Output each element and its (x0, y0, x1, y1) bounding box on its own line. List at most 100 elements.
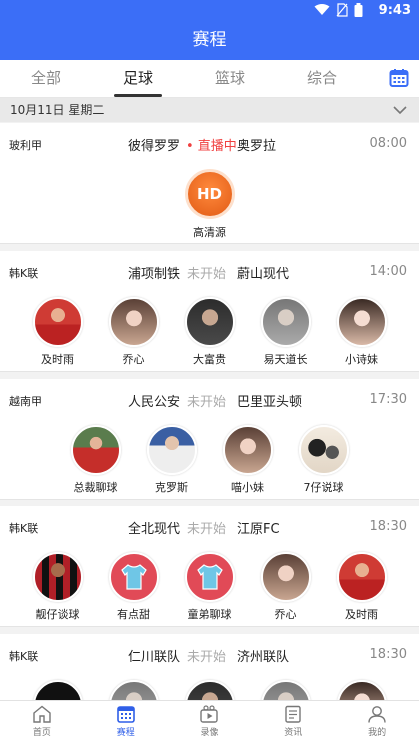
nav-label: 录像 (200, 728, 219, 738)
home-team: 彼得罗罗 (127, 139, 180, 154)
status-icons (314, 3, 363, 21)
streamer-item[interactable]: 有点甜 (107, 552, 161, 622)
tab-all[interactable]: 全部 (0, 60, 92, 97)
streamer-item[interactable]: 及时雨 (31, 297, 85, 367)
streamer-name: 童弟聊球 (187, 608, 232, 621)
match-status: 未开始 (187, 522, 227, 537)
match-time: 18:30 (369, 519, 407, 534)
streamer-name: 及时雨 (41, 353, 74, 366)
streamer-name: 易天道长 (263, 353, 308, 366)
avatar (32, 552, 83, 602)
hd-stream[interactable]: HD 高清源 (0, 169, 419, 240)
video-icon (200, 705, 219, 723)
home-team: 全北现代 (127, 522, 180, 537)
news-icon (285, 705, 301, 723)
streamer-item[interactable]: 靓仔谈球 (31, 552, 85, 622)
nav-label: 我的 (368, 728, 387, 738)
stream-label: 高清源 (193, 226, 226, 239)
streamer-name: 总裁聊球 (73, 481, 118, 494)
tab-comprehensive[interactable]: 综合 (276, 60, 368, 97)
avatar (184, 297, 235, 347)
streamer-list: 靓仔谈球 有点甜 童弟聊球 乔心 及时雨 (0, 552, 419, 622)
streamer-name: 大富贵 (193, 353, 226, 366)
streamer-item[interactable]: 总裁聊球 (69, 425, 123, 495)
match-time: 08:00 (369, 136, 407, 151)
jersey-icon (120, 564, 147, 590)
chevron-down-icon[interactable] (393, 101, 407, 115)
date-bar[interactable]: 10月11日 星期二 (0, 98, 419, 122)
avatar (260, 552, 311, 602)
match-card[interactable]: 韩K联 仁川联队 未开始 济州联队 18:30 (0, 634, 419, 706)
streamer-name: 有点甜 (117, 608, 150, 621)
streamer-name: 靓仔谈球 (35, 608, 80, 621)
hd-icon[interactable]: HD (184, 169, 235, 219)
page-title: 赛程 (0, 22, 419, 60)
streamer-item[interactable]: 小诗妹 (335, 297, 389, 367)
avatar (32, 297, 83, 347)
calendar-icon (389, 69, 409, 87)
streamer-item[interactable]: 童弟聊球 (183, 552, 237, 622)
match-card[interactable]: 玻利甲 彼得罗罗 • 直播中 奥罗拉 08:00 HD 高清源 (0, 123, 419, 244)
avatar (336, 297, 387, 347)
nav-home[interactable]: 首页 (0, 701, 84, 744)
jersey-icon (196, 564, 223, 590)
away-team: 蔚山现代 (237, 267, 290, 282)
avatar (222, 425, 273, 475)
streamer-item[interactable]: 7仔说球 (297, 425, 351, 495)
streamer-item[interactable]: 易天道长 (259, 297, 313, 367)
streamer-item[interactable]: 大富贵 (183, 297, 237, 367)
league-name: 韩K联 (9, 267, 39, 280)
streamer-item[interactable]: 乔心 (107, 297, 161, 367)
avatar (108, 552, 159, 602)
bottom-nav: 首页 赛程 录像 资讯 我的 (0, 700, 419, 744)
home-icon (33, 705, 51, 723)
streamer-item[interactable]: 克罗斯 (145, 425, 199, 495)
status-bar: 9:43 (0, 0, 419, 22)
streamer-name: 及时雨 (345, 608, 378, 621)
streamer-name: 小诗妹 (345, 353, 378, 366)
match-time: 17:30 (369, 392, 407, 407)
no-sim-icon (336, 3, 348, 21)
profile-icon (368, 706, 386, 723)
away-team: 奥罗拉 (237, 139, 277, 154)
streamer-item[interactable]: 及时雨 (335, 552, 389, 622)
battery-icon (354, 3, 363, 21)
nav-schedule[interactable]: 赛程 (84, 701, 168, 744)
league-name: 玻利甲 (9, 139, 42, 152)
avatar (146, 425, 197, 475)
match-card[interactable]: 韩K联 全北现代 未开始 江原FC 18:30 靓仔谈球 有点甜 童弟聊球 乔心… (0, 506, 419, 627)
away-team: 江原FC (237, 522, 280, 537)
tab-basketball[interactable]: 篮球 (184, 60, 276, 97)
avatar (298, 425, 349, 475)
avatar (70, 425, 121, 475)
streamer-name: 喵小妹 (231, 481, 264, 494)
league-name: 韩K联 (9, 522, 39, 535)
nav-video[interactable]: 录像 (168, 701, 252, 744)
match-status: 未开始 (187, 650, 227, 665)
streamer-item[interactable]: 喵小妹 (221, 425, 275, 495)
home-team: 人民公安 (127, 395, 180, 410)
streamer-name: 克罗斯 (155, 481, 188, 494)
match-status: • 直播中 (186, 139, 237, 154)
sport-tabs: 全部 足球 篮球 综合 (0, 60, 419, 98)
league-name: 韩K联 (9, 650, 39, 663)
tab-football[interactable]: 足球 (92, 60, 184, 97)
nav-news[interactable]: 资讯 (251, 701, 335, 744)
streamer-item[interactable]: 乔心 (259, 552, 313, 622)
nav-profile[interactable]: 我的 (335, 701, 419, 744)
home-team: 仁川联队 (127, 650, 180, 665)
streamer-list: 总裁聊球 克罗斯 喵小妹 7仔说球 (0, 425, 419, 495)
status-time: 9:43 (378, 3, 411, 18)
calendar-button[interactable] (389, 68, 409, 88)
streamer-list: 及时雨 乔心 大富贵 易天道长 小诗妹 (0, 297, 419, 367)
streamer-name: 乔心 (122, 353, 145, 366)
nav-label: 首页 (32, 728, 51, 738)
avatar (260, 297, 311, 347)
match-card[interactable]: 韩K联 浦项制铁 未开始 蔚山现代 14:00 及时雨 乔心 大富贵 易天道长 … (0, 251, 419, 372)
match-status: 未开始 (187, 395, 227, 410)
away-team: 济州联队 (237, 650, 290, 665)
nav-label: 赛程 (116, 728, 135, 738)
match-card[interactable]: 越南甲 人民公安 未开始 巴里亚头顿 17:30 总裁聊球 克罗斯 喵小妹 7仔… (0, 379, 419, 500)
match-status: 未开始 (187, 267, 227, 282)
wifi-icon (314, 4, 330, 20)
